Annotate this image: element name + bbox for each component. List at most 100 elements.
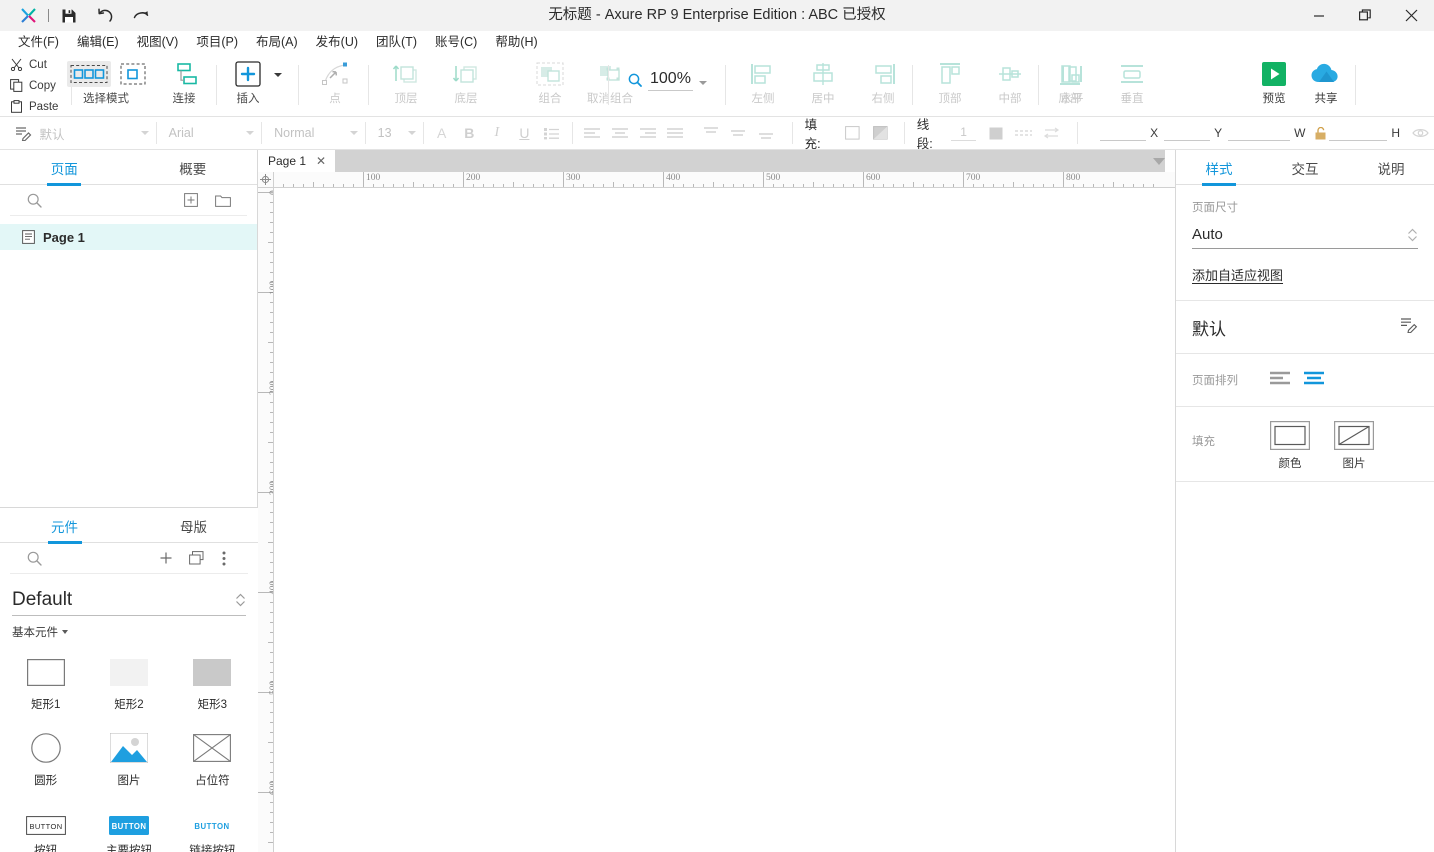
minimize-button[interactable] [1296, 0, 1342, 31]
page-size-stepper-icon[interactable] [1407, 227, 1418, 243]
paste-button[interactable]: Paste [8, 96, 70, 117]
menu-view[interactable]: 视图(V) [128, 32, 188, 52]
design-canvas[interactable] [275, 188, 1175, 852]
widget-rect1[interactable]: 矩形1 [4, 646, 87, 722]
zoom-control[interactable]: 100% [628, 53, 707, 91]
style-brush-icon[interactable] [8, 121, 40, 146]
page-size-select[interactable]: Auto [1192, 221, 1418, 249]
valign-middle-button[interactable] [725, 121, 753, 146]
zoom-chevron-down-icon[interactable] [699, 81, 707, 85]
y-input[interactable] [1164, 126, 1210, 141]
line-arrow-button[interactable] [1038, 121, 1066, 146]
tab-widgets[interactable]: 元件 [0, 508, 129, 543]
font-size-select[interactable]: 13 [366, 121, 423, 146]
tab-notes[interactable]: 说明 [1348, 150, 1434, 185]
h-input[interactable] [1329, 126, 1387, 141]
search-icon[interactable] [22, 188, 46, 212]
menu-publish[interactable]: 发布(U) [307, 32, 367, 52]
add-adaptive-view-link[interactable]: 添加自适应视图 [1192, 265, 1418, 284]
x-input[interactable] [1100, 126, 1146, 141]
widget-rect2[interactable]: 矩形2 [87, 646, 170, 722]
connect-button[interactable]: 连接 [154, 53, 214, 113]
widget-primary-button[interactable]: BUTTON 主要按钮 [87, 798, 170, 852]
line-color-swatch[interactable] [982, 121, 1010, 146]
bold-button[interactable]: B [455, 121, 483, 146]
widget-circle[interactable]: 圆形 [4, 722, 87, 798]
style-select[interactable]: 默认 [40, 121, 156, 146]
fill-image-option[interactable]: 图片 [1334, 421, 1374, 471]
tab-outline[interactable]: 概要 [129, 150, 258, 185]
text-align-left-button[interactable] [579, 121, 607, 146]
widget-link-button[interactable]: BUTTON 链接按钮 [171, 798, 254, 852]
align-center-button[interactable]: 居中 [793, 53, 853, 113]
align-left-button[interactable]: 左侧 [733, 53, 793, 113]
text-align-center-button[interactable] [606, 121, 634, 146]
menu-layout[interactable]: 布局(A) [247, 32, 307, 52]
insert-dropdown-arrow[interactable] [274, 53, 282, 77]
send-back-button[interactable]: 底层 [436, 53, 496, 113]
vertical-ruler[interactable]: 0100200300400500600 [258, 188, 274, 852]
text-align-justify-button[interactable] [661, 121, 689, 146]
underline-button[interactable]: U [511, 121, 539, 146]
ruler-origin-icon[interactable] [258, 172, 274, 188]
menu-file[interactable]: 文件(F) [9, 32, 68, 52]
canvas-tab-page1[interactable]: Page 1 ✕ [258, 150, 335, 172]
align-top-button[interactable]: 顶部 [920, 53, 980, 113]
widget-group-header[interactable]: 基本元件 [12, 624, 246, 640]
line-style-button[interactable] [1010, 121, 1038, 146]
page-list-item[interactable]: Page 1 [0, 224, 257, 250]
cut-button[interactable]: Cut [8, 54, 70, 75]
save-icon[interactable] [51, 0, 87, 31]
valign-bottom-button[interactable] [752, 121, 780, 146]
font-family-select[interactable]: Arial [157, 121, 262, 146]
text-align-right-button[interactable] [634, 121, 662, 146]
duplicate-library-icon[interactable] [184, 546, 208, 570]
add-folder-icon[interactable] [211, 188, 235, 212]
preview-button[interactable]: 预览 [1248, 53, 1300, 113]
font-weight-select[interactable]: Normal [262, 121, 365, 146]
distribute-horizontal-button[interactable]: 水平 [1042, 53, 1102, 113]
align-middle-button[interactable]: 中部 [980, 53, 1040, 113]
fill-color-swatch[interactable] [839, 121, 867, 146]
maximize-button[interactable] [1342, 0, 1388, 31]
undo-icon[interactable] [87, 0, 123, 31]
add-library-icon[interactable] [154, 546, 178, 570]
visibility-eye-icon[interactable] [1406, 121, 1434, 146]
align-right-button[interactable]: 右侧 [853, 53, 913, 113]
tab-masters[interactable]: 母版 [129, 508, 258, 543]
menu-edit[interactable]: 编辑(E) [68, 32, 128, 52]
tab-pages[interactable]: 页面 [0, 150, 129, 185]
tab-interaction[interactable]: 交互 [1262, 150, 1348, 185]
close-button[interactable] [1388, 0, 1434, 31]
canvas-tab-close-icon[interactable]: ✕ [316, 155, 326, 167]
distribute-vertical-button[interactable]: 垂直 [1102, 53, 1162, 113]
group-button[interactable]: 组合 [520, 53, 580, 113]
fill-color-option[interactable]: 颜色 [1270, 421, 1310, 471]
widget-button[interactable]: BUTTON 按钮 [4, 798, 87, 852]
align-page-center-icon[interactable] [1304, 371, 1324, 390]
library-options-icon[interactable] [212, 546, 236, 570]
library-select[interactable]: Default [12, 584, 246, 616]
align-page-left-icon[interactable] [1270, 371, 1290, 390]
select-mode-button[interactable]: 选择模式 [76, 53, 136, 113]
widget-image[interactable]: 图片 [87, 722, 170, 798]
edit-style-icon[interactable] [1400, 316, 1418, 338]
bullet-list-button[interactable] [538, 121, 566, 146]
tab-style[interactable]: 样式 [1176, 150, 1262, 185]
italic-button[interactable]: I [483, 121, 511, 146]
w-input[interactable] [1228, 126, 1290, 141]
menu-team[interactable]: 团队(T) [367, 32, 426, 52]
bring-front-button[interactable]: 顶层 [376, 53, 436, 113]
widget-placeholder[interactable]: 占位符 [171, 722, 254, 798]
share-button[interactable]: 共享 [1300, 53, 1352, 113]
menu-help[interactable]: 帮助(H) [486, 32, 546, 52]
canvas-tab-overflow-icon[interactable] [1153, 150, 1165, 172]
horizontal-ruler[interactable]: 0100200300400500600700800 [258, 172, 1175, 188]
redo-icon[interactable] [123, 0, 159, 31]
menu-account[interactable]: 账号(C) [426, 32, 486, 52]
menu-project[interactable]: 项目(P) [187, 32, 247, 52]
point-button[interactable]: 点 [305, 53, 365, 113]
valign-top-button[interactable] [697, 121, 725, 146]
fill-gradient-swatch[interactable] [866, 121, 894, 146]
line-width-input[interactable]: 1 [951, 125, 977, 141]
